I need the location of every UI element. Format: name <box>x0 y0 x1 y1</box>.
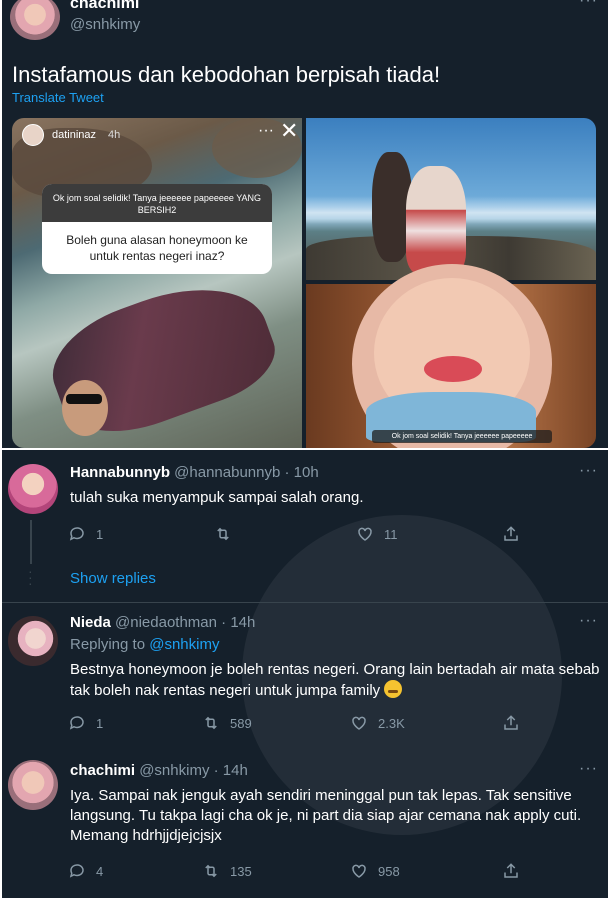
heart-icon <box>358 527 372 541</box>
reply-author-handle[interactable]: @snhkimy <box>139 762 209 779</box>
question-header: Ok jom soal selidik! Tanya jeeeeee papee… <box>42 184 272 222</box>
story-time: 4h <box>108 129 121 141</box>
more-options-icon[interactable]: ··· <box>579 0 598 10</box>
reply-author-handle[interactable]: @hannabunnyb <box>174 464 280 481</box>
reply-tweet[interactable]: Nieda @niedaothman · 14h ··· Replying to… <box>2 602 608 752</box>
share-action[interactable] <box>502 862 520 880</box>
reply-actions: 1 11 <box>68 525 528 545</box>
retweet-count: 135 <box>230 863 252 879</box>
tweet-text: Instafamous dan kebodohan berpisah tiada… <box>12 62 441 87</box>
reply-icon <box>69 527 84 541</box>
avatar[interactable] <box>10 0 60 40</box>
replying-to-handle[interactable]: @snhkimy <box>149 636 219 653</box>
reply-text: tulah suka menyampuk sampai salah orang. <box>70 489 364 506</box>
reply-time[interactable]: · 14h <box>221 614 255 631</box>
retweet-action[interactable]: 135 <box>202 862 252 880</box>
media-photo-story[interactable]: datininaz 4h ··· ✕ Ok jom soal selidik! … <box>12 118 302 448</box>
like-action[interactable]: 958 <box>350 862 400 880</box>
more-options-icon[interactable]: ··· <box>579 462 598 480</box>
tweet-panel: chachimi @snhkimy ··· Instafamous dan ke… <box>2 0 608 448</box>
like-count: 2.3K <box>378 715 405 731</box>
avatar[interactable] <box>8 760 58 810</box>
reply-text: Bestnya honeymoon je boleh rentas negeri… <box>70 660 600 701</box>
more-options-icon[interactable]: ··· <box>579 612 598 630</box>
reply-tweet[interactable]: chachimi @snhkimy · 14h ··· Iya. Sampai … <box>2 750 608 898</box>
reply-text: Iya. Sampai nak jenguk ayah sendiri meni… <box>70 787 582 844</box>
heart-icon <box>352 864 366 878</box>
retweet-action[interactable] <box>214 525 242 543</box>
story-header: datininaz 4h <box>22 124 120 146</box>
reply-time[interactable]: · 14h <box>214 762 248 779</box>
share-icon <box>504 863 518 878</box>
story-avatar <box>22 124 44 146</box>
more-options-icon[interactable]: ··· <box>579 760 598 778</box>
media-photo-couple[interactable] <box>306 118 596 280</box>
reply-tweet[interactable]: Hannabunnyb @hannabunnyb · 10h ··· tulah… <box>2 450 608 600</box>
like-action[interactable]: 11 <box>356 525 398 543</box>
like-count: 958 <box>378 863 400 879</box>
question-sticker: Ok jom soal selidik! Tanya jeeeeee papee… <box>42 184 272 274</box>
heart-icon <box>352 716 366 730</box>
replies-panel: Hannabunnyb @hannabunnyb · 10h ··· tulah… <box>2 450 608 898</box>
reply-count: 4 <box>96 863 104 879</box>
replying-to: Replying to @snhkimy <box>70 636 219 653</box>
close-icon: ✕ <box>280 118 299 143</box>
story-username: datininaz <box>52 129 97 141</box>
reply-action[interactable]: 4 <box>68 862 103 880</box>
replying-to-label: Replying to <box>70 636 146 653</box>
screenshot-frame: chachimi @snhkimy ··· Instafamous dan ke… <box>0 0 610 900</box>
reply-actions: 4 135 958 <box>68 862 528 882</box>
reply-count: 1 <box>96 715 104 731</box>
sad-face-emoji-icon <box>384 680 403 698</box>
avatar[interactable] <box>8 616 58 666</box>
reply-count: 1 <box>96 526 104 542</box>
reply-actions: 1 589 2.3K <box>68 714 528 734</box>
reply-author-name[interactable]: Hannabunnyb <box>70 464 170 481</box>
reply-action[interactable]: 1 <box>68 525 103 543</box>
thread-line <box>30 520 32 564</box>
translate-tweet-link[interactable]: Translate Tweet <box>12 90 104 105</box>
share-action[interactable] <box>502 525 520 543</box>
reply-icon <box>69 716 84 730</box>
question-text: Boleh guna alasan honeymoon ke untuk ren… <box>66 233 248 263</box>
photo-caption: Ok jom soal selidik! Tanya jeeeeee papee… <box>372 430 552 443</box>
show-replies-link[interactable]: Show replies <box>70 570 156 587</box>
reply-action[interactable]: 1 <box>68 714 103 732</box>
like-action[interactable]: 2.3K <box>350 714 405 732</box>
share-action[interactable] <box>502 714 520 732</box>
retweet-action[interactable]: 589 <box>202 714 252 732</box>
reply-icon <box>69 864 84 878</box>
retweet-icon <box>205 716 217 730</box>
retweet-count: 589 <box>230 715 252 731</box>
author-name[interactable]: chachimi <box>70 0 139 13</box>
tweet-media-grid: datininaz 4h ··· ✕ Ok jom soal selidik! … <box>12 118 596 448</box>
thread-dots: · · · <box>28 563 33 591</box>
reply-text-content: Bestnya honeymoon je boleh rentas negeri… <box>70 661 600 699</box>
author-handle[interactable]: @snhkimy <box>70 16 140 33</box>
reply-author-name[interactable]: chachimi <box>70 762 135 779</box>
media-photo-selfie[interactable]: Ok jom soal selidik! Tanya jeeeeee papee… <box>306 264 596 448</box>
retweet-icon <box>205 864 217 878</box>
share-icon <box>504 526 518 541</box>
story-more-icon: ··· <box>258 122 274 139</box>
avatar[interactable] <box>8 464 58 514</box>
retweet-icon <box>217 527 229 541</box>
reply-time[interactable]: · 10h <box>285 464 319 481</box>
reply-author-handle[interactable]: @niedaothman <box>115 614 217 631</box>
reply-author-name[interactable]: Nieda <box>70 614 111 631</box>
like-count: 11 <box>384 526 398 542</box>
share-icon <box>504 715 518 730</box>
